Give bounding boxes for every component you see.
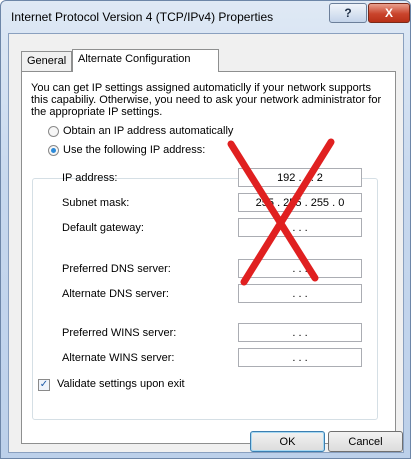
tab-alternate-configuration[interactable]: Alternate Configuration — [72, 49, 219, 72]
cross-stroke-1 — [227, 140, 319, 282]
properties-window: Internet Protocol Version 4 (TCP/IPv4) P… — [0, 0, 411, 459]
cross-stroke-2 — [240, 138, 335, 286]
